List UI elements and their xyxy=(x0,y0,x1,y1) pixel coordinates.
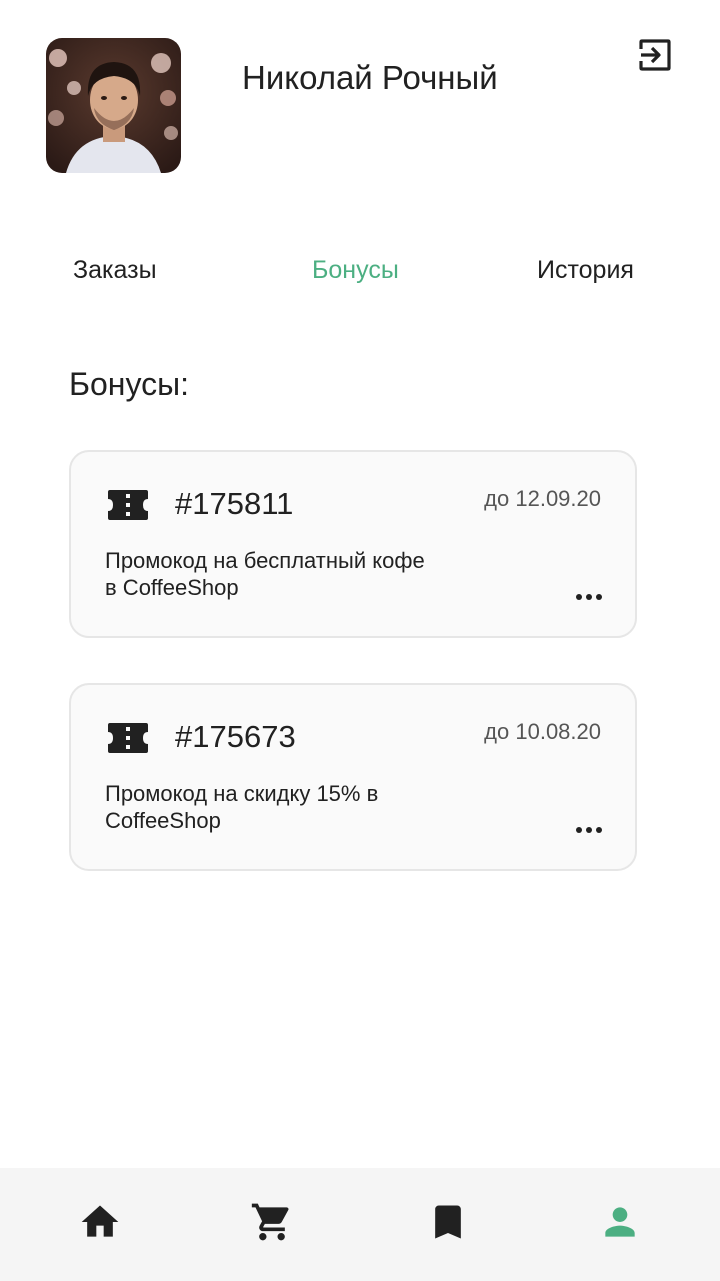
bonus-card[interactable]: #175811 до 12.09.20 Промокод на бесплатн… xyxy=(69,450,637,638)
tab-orders[interactable]: Заказы xyxy=(73,252,157,288)
bonus-code: #175811 xyxy=(175,486,294,521)
logout-button[interactable] xyxy=(636,36,674,74)
ticket-icon xyxy=(108,723,148,753)
nav-bookmarks-button[interactable] xyxy=(426,1200,470,1244)
bonus-description: Промокод на скидку 15% в CoffeeShop xyxy=(105,781,379,833)
tab-history[interactable]: История xyxy=(537,252,634,288)
person-icon xyxy=(605,1207,635,1237)
nav-home-button[interactable] xyxy=(78,1200,122,1244)
avatar-photo xyxy=(46,38,181,173)
bonus-expiry: до 12.09.20 xyxy=(484,486,601,511)
tab-bonuses[interactable]: Бонусы xyxy=(312,252,399,288)
nav-profile-button[interactable] xyxy=(598,1200,642,1244)
user-name: Николай Рочный xyxy=(242,59,498,96)
ticket-icon xyxy=(108,490,148,520)
bonus-code: #175673 xyxy=(175,719,296,754)
bonus-card[interactable]: #175673 до 10.08.20 Промокод на скидку 1… xyxy=(69,683,637,871)
more-options-icon[interactable] xyxy=(575,820,605,840)
more-options-icon[interactable] xyxy=(575,587,605,607)
bonus-description: Промокод на бесплатный кофе в CoffeeShop xyxy=(105,548,425,600)
bookmark-icon xyxy=(435,1205,461,1239)
bottom-nav xyxy=(0,1168,720,1281)
section-title: Бонусы: xyxy=(69,366,189,402)
home-icon xyxy=(81,1205,119,1237)
cart-icon xyxy=(251,1203,289,1241)
bonus-expiry: до 10.08.20 xyxy=(484,719,601,744)
avatar[interactable] xyxy=(46,38,181,173)
profile-tabs: Заказы Бонусы История xyxy=(0,252,720,288)
nav-cart-button[interactable] xyxy=(250,1200,294,1244)
logout-icon xyxy=(639,39,671,71)
